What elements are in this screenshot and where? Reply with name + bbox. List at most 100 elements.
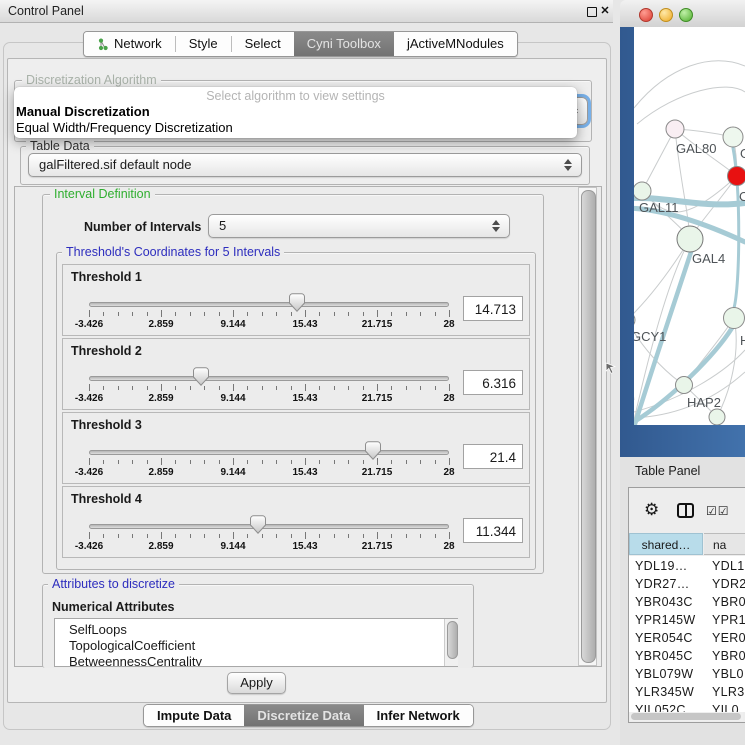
node-hap2[interactable] — [676, 377, 693, 394]
slider-tick — [262, 386, 263, 390]
node-gal11[interactable] — [634, 182, 651, 200]
slider-tick — [103, 386, 104, 390]
slider-tick — [319, 534, 320, 538]
numerical-attributes-list[interactable]: SelfLoops TopologicalCoefficient Between… — [54, 618, 458, 667]
interval-definition-label: Interval Definition — [50, 187, 155, 201]
threshold-slider-track[interactable] — [89, 524, 449, 529]
list-scrollbar-thumb[interactable] — [447, 621, 458, 659]
threshold-value-field[interactable]: 6.316 — [463, 370, 523, 395]
float-window-icon[interactable] — [587, 7, 597, 17]
list-scrollbar[interactable] — [444, 619, 458, 666]
numerical-attributes-label: Numerical Attributes — [52, 600, 174, 614]
slider-tick — [377, 458, 378, 465]
list-item[interactable]: BetweennessCentrality — [55, 654, 457, 667]
number-of-intervals-combobox[interactable]: 5 — [208, 214, 510, 238]
slider-tick — [348, 386, 349, 390]
close-icon[interactable]: ✕ — [599, 5, 611, 17]
threshold-value-field[interactable]: 14.713 — [463, 296, 523, 321]
network-icon — [97, 38, 109, 51]
vertical-scrollbar-thumb[interactable] — [581, 190, 596, 663]
table-row[interactable]: YBL079WYBL0 — [629, 665, 745, 683]
node-label: GCY1 — [634, 329, 666, 344]
table-row[interactable]: YBR045CYBR0 — [629, 647, 745, 665]
slider-tick — [132, 386, 133, 390]
screenshot-root: Control Panel ✕ Network Style Select Cyn… — [0, 0, 745, 745]
slider-tick — [305, 384, 306, 391]
column-header-shared-name[interactable]: shared… — [629, 533, 703, 555]
slider-tick — [406, 460, 407, 464]
node-right-mid[interactable] — [724, 308, 745, 329]
slider-tick — [219, 312, 220, 316]
dropdown-option-manual[interactable]: Manual Discretization — [16, 104, 150, 119]
slider-tick — [132, 534, 133, 538]
tab-cyni-toolbox[interactable]: Cyni Toolbox — [294, 32, 394, 56]
control-panel-titlebar[interactable]: Control Panel ✕ — [0, 0, 613, 23]
slider-tick — [449, 532, 450, 539]
tab-infer-network[interactable]: Infer Network — [364, 705, 473, 726]
slider-tick — [233, 458, 234, 465]
network-window-titlebar[interactable] — [620, 0, 745, 28]
slider-tick — [377, 532, 378, 539]
list-item[interactable]: SelfLoops — [55, 622, 457, 638]
table-row[interactable]: YIL052CYIL0 — [629, 701, 745, 712]
slider-tick — [175, 386, 176, 390]
mac-zoom-icon[interactable] — [679, 8, 693, 22]
node-right-top[interactable] — [723, 127, 743, 147]
tab-jactivemnodules[interactable]: jActiveMNodules — [394, 32, 517, 56]
threshold-slider-track[interactable] — [89, 376, 449, 381]
vertical-scrollbar[interactable] — [578, 187, 597, 666]
list-item[interactable]: TopologicalCoefficient — [55, 638, 457, 654]
threshold-slider-track[interactable] — [89, 450, 449, 455]
slider-tick — [132, 460, 133, 464]
horizontal-scrollbar-thumb[interactable] — [631, 713, 741, 720]
apply-button[interactable]: Apply — [227, 672, 286, 694]
threshold-slider-track[interactable] — [89, 302, 449, 307]
node-red[interactable] — [728, 167, 745, 186]
tab-network[interactable]: Network — [84, 32, 175, 56]
slider-tick — [147, 534, 148, 538]
algorithm-dropdown-popup: Select algorithm to view settings Manual… — [14, 87, 577, 138]
combo-arrows-icon — [564, 159, 572, 171]
gear-icon[interactable]: ⚙ — [644, 500, 659, 520]
network-view[interactable]: GAL80 GA C GAL11 GAL4 H GCY1 HAP2 — [634, 27, 745, 425]
slider-tick — [291, 534, 292, 538]
table-row[interactable]: YLR345WYLR3 — [629, 683, 745, 701]
threshold-row: Threshold 3 -3.426 2.859 9.144 15.43 21.… — [62, 412, 530, 484]
horizontal-scrollbar[interactable] — [630, 712, 743, 721]
slider-tick — [291, 460, 292, 464]
table-row[interactable]: YPR145WYPR1 — [629, 611, 745, 629]
tab-impute-data[interactable]: Impute Data — [144, 705, 244, 726]
column-header-name[interactable]: na — [704, 533, 745, 555]
slider-tick — [89, 458, 90, 465]
node-gcy1[interactable] — [634, 312, 635, 328]
checkbox-columns-icon[interactable]: ☑☑ — [706, 504, 730, 518]
discretization-algorithm-label: Discretization Algorithm — [22, 73, 161, 87]
table-data-combobox[interactable]: galFiltered.sif default node — [28, 153, 582, 177]
panel-title: Control Panel — [8, 0, 84, 22]
tab-style[interactable]: Style — [176, 32, 231, 56]
threshold-value-field[interactable]: 11.344 — [463, 518, 523, 543]
split-columns-icon[interactable] — [677, 503, 694, 518]
slider-tick — [118, 312, 119, 316]
table-row[interactable]: YER054CYER0 — [629, 629, 745, 647]
slider-tick — [118, 460, 119, 464]
tab-select[interactable]: Select — [232, 32, 294, 56]
table-row[interactable]: YBR043CYBR0 — [629, 593, 745, 611]
table-row[interactable]: YDR27…YDR2 — [629, 575, 745, 593]
slider-tick — [334, 534, 335, 538]
mac-minimize-icon[interactable] — [659, 8, 673, 22]
table-rows[interactable]: YDL19…YDL1 YDR27…YDR2 YBR043CYBR0 YPR145… — [629, 556, 745, 712]
dropdown-prompt: Select algorithm to view settings — [14, 89, 577, 103]
slider-tick — [305, 532, 306, 539]
mac-close-icon[interactable] — [639, 8, 653, 22]
tab-discretize-data[interactable]: Discretize Data — [244, 705, 363, 726]
dropdown-option-equal-width[interactable]: Equal Width/Frequency Discretization — [16, 120, 233, 135]
slider-tick — [89, 310, 90, 317]
slider-tick — [247, 312, 248, 316]
slider-tick — [449, 384, 450, 391]
table-row[interactable]: YDL19…YDL1 — [629, 557, 745, 575]
node-bottom[interactable] — [709, 409, 725, 425]
node-gal80[interactable] — [666, 120, 684, 138]
threshold-value-field[interactable]: 21.4 — [463, 444, 523, 469]
node-gal4[interactable] — [677, 226, 703, 252]
